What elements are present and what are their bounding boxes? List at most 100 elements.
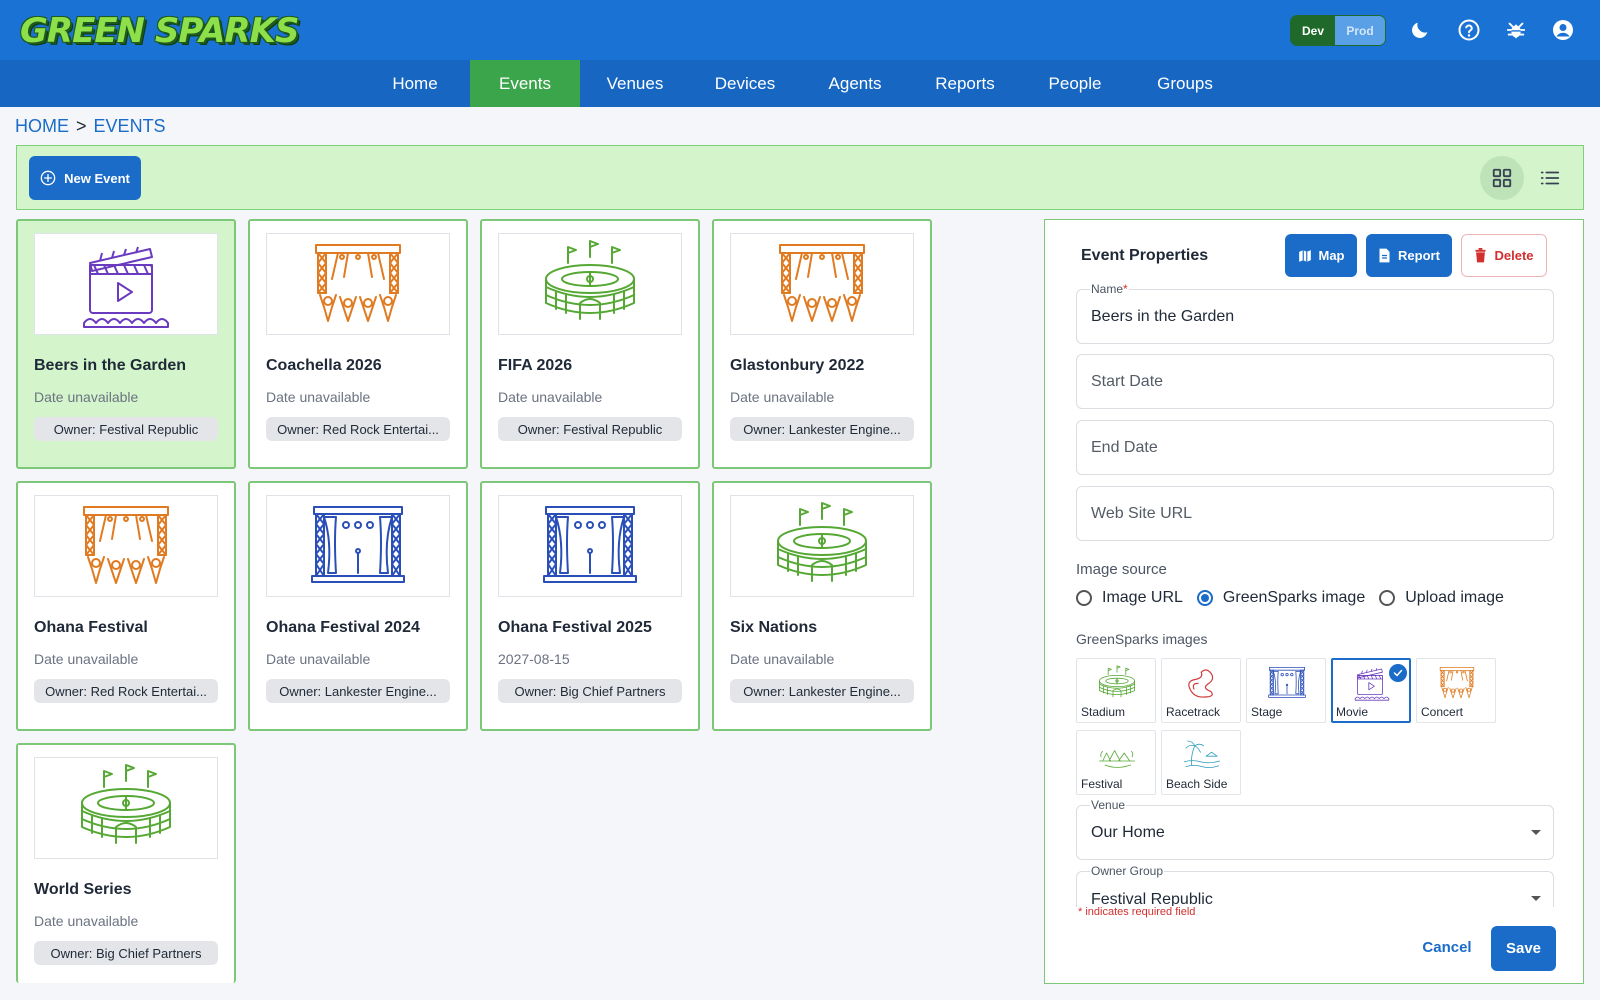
radio-off-icon	[1076, 590, 1092, 606]
map-icon	[1298, 249, 1311, 262]
venue-label: Venue	[1090, 798, 1127, 812]
image-source-radio-group: Image URL GreenSparks image Upload image	[1076, 589, 1504, 607]
nav-devices[interactable]: Devices	[690, 60, 800, 107]
image-option-beach-side[interactable]: Beach Side	[1161, 730, 1241, 795]
owner-chip: Owner: Red Rock Entertai...	[34, 679, 218, 703]
event-title: FIFA 2026	[498, 357, 573, 374]
list-icon	[1540, 171, 1560, 185]
greensparks-logo[interactable]: GREEN SPARKS	[20, 10, 299, 52]
image-option-festival[interactable]: Festival	[1076, 730, 1156, 795]
account-icon[interactable]	[1549, 16, 1577, 44]
breadcrumb: HOME > EVENTS	[15, 116, 166, 137]
stadium-icon	[76, 763, 176, 853]
cancel-button[interactable]: Cancel	[1417, 930, 1477, 964]
beach-icon	[1176, 737, 1228, 773]
env-prod-button[interactable]: Prod	[1335, 16, 1385, 45]
help-icon[interactable]	[1455, 16, 1483, 44]
event-card[interactable]: Coachella 2026 Date unavailable Owner: R…	[248, 219, 468, 469]
event-card[interactable]: Beers in the Garden Date unavailable Own…	[16, 219, 236, 469]
event-date: Date unavailable	[34, 389, 139, 405]
grid-view-button[interactable]	[1480, 156, 1524, 200]
map-button[interactable]: Map	[1285, 234, 1357, 277]
events-toolbar: New Event	[16, 145, 1584, 210]
event-card[interactable]: World Series Date unavailable Owner: Big…	[16, 743, 236, 983]
event-title: Beers in the Garden	[34, 357, 187, 374]
moon-icon[interactable]	[1406, 16, 1434, 44]
radio-image-url[interactable]: Image URL	[1076, 589, 1183, 607]
event-title: Coachella 2026	[266, 357, 382, 374]
website-url-field[interactable]: Web Site URL	[1076, 486, 1554, 541]
event-date: Date unavailable	[498, 389, 603, 405]
concert-icon	[772, 239, 872, 329]
environment-toggle[interactable]: Dev Prod	[1290, 15, 1386, 46]
name-field[interactable]: Name* Beers in the Garden	[1076, 282, 1554, 344]
radio-on-icon	[1196, 590, 1213, 606]
chevron-down-icon	[1531, 896, 1541, 901]
event-image	[498, 495, 682, 597]
nav-people[interactable]: People	[1020, 60, 1130, 107]
image-option-stadium[interactable]: Stadium	[1076, 658, 1156, 723]
check-icon	[1389, 664, 1407, 682]
map-label: Map	[1318, 248, 1345, 263]
image-option-label: Concert	[1421, 705, 1464, 719]
required-field-note: * indicates required field	[1078, 906, 1196, 918]
save-button[interactable]: Save	[1491, 926, 1556, 971]
plus-circle-icon	[40, 170, 56, 186]
radio-greensparks-image[interactable]: GreenSparks image	[1196, 589, 1365, 607]
radio-label: Upload image	[1405, 589, 1504, 606]
new-event-button[interactable]: New Event	[29, 156, 141, 200]
event-card[interactable]: Ohana Festival 2024 Date unavailable Own…	[248, 481, 468, 731]
image-option-label: Festival	[1081, 777, 1123, 791]
breadcrumb-current[interactable]: EVENTS	[94, 116, 166, 136]
owner-chip: Owner: Lankester Engine...	[730, 417, 914, 441]
nav-groups[interactable]: Groups	[1130, 60, 1240, 107]
delete-button[interactable]: Delete	[1461, 234, 1547, 277]
owner-label: Owner: Big Chief Partners	[514, 683, 666, 699]
owner-group-select[interactable]: Owner Group Festival Republic	[1076, 864, 1554, 907]
event-card[interactable]: Ohana Festival Date unavailable Owner: R…	[16, 481, 236, 731]
top-header: GREEN SPARKS Dev Prod	[0, 0, 1600, 60]
start-date-field[interactable]: Start Date	[1076, 354, 1554, 409]
nav-venues[interactable]: Venues	[580, 60, 690, 107]
event-image	[34, 757, 218, 859]
panel-title: Event Properties	[1081, 247, 1209, 264]
grid-icon	[1492, 168, 1512, 188]
event-date: Date unavailable	[266, 651, 371, 667]
image-option-movie[interactable]: Movie	[1331, 658, 1411, 723]
breadcrumb-home[interactable]: HOME	[15, 116, 69, 136]
event-date: Date unavailable	[730, 389, 835, 405]
owner-label: Owner: Red Rock Entertai...	[45, 683, 207, 699]
event-date: Date unavailable	[730, 651, 835, 667]
radio-upload-image[interactable]: Upload image	[1379, 589, 1504, 607]
nav-home[interactable]: Home	[360, 60, 470, 107]
stadium-icon	[1091, 665, 1143, 701]
image-option-concert[interactable]: Concert	[1416, 658, 1496, 723]
env-dev-button[interactable]: Dev	[1291, 16, 1335, 45]
end-date-field[interactable]: End Date	[1076, 420, 1554, 475]
event-image	[34, 233, 218, 335]
delete-label: Delete	[1494, 248, 1534, 263]
nav-reports[interactable]: Reports	[910, 60, 1020, 107]
nav-events[interactable]: Events	[470, 60, 580, 107]
bug-icon[interactable]	[1502, 16, 1530, 44]
owner-chip: Owner: Festival Republic	[34, 417, 218, 441]
image-option-label: Stage	[1251, 705, 1283, 719]
list-view-button[interactable]	[1528, 156, 1572, 200]
image-option-stage[interactable]: Stage	[1246, 658, 1326, 723]
event-title: Glastonbury 2022	[730, 357, 865, 374]
report-button[interactable]: Report	[1366, 234, 1452, 277]
concert-icon	[76, 501, 176, 591]
event-card[interactable]: FIFA 2026 Date unavailable Owner: Festiv…	[480, 219, 700, 469]
owner-label: Owner: Red Rock Entertai...	[277, 421, 439, 437]
event-card[interactable]: Ohana Festival 2025 2027-08-15 Owner: Bi…	[480, 481, 700, 731]
image-option-racetrack[interactable]: Racetrack	[1161, 658, 1241, 723]
festival-icon	[1091, 737, 1143, 773]
event-card[interactable]: Six Nations Date unavailable Owner: Lank…	[712, 481, 932, 731]
radio-off-icon	[1379, 590, 1396, 606]
stadium-icon	[772, 501, 872, 591]
event-title: World Series	[34, 881, 132, 898]
venue-select[interactable]: Venue Our Home	[1076, 798, 1554, 860]
event-card[interactable]: Glastonbury 2022 Date unavailable Owner:…	[712, 219, 932, 469]
stage-icon	[1261, 665, 1313, 701]
nav-agents[interactable]: Agents	[800, 60, 910, 107]
